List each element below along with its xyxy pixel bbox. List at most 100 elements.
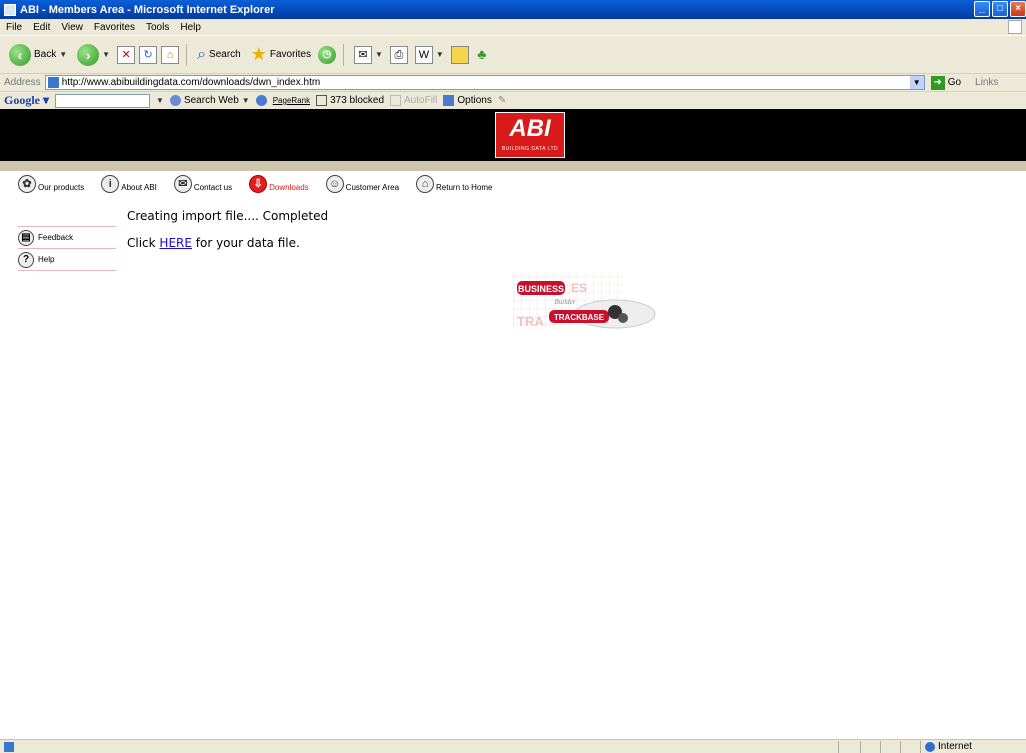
info-icon: i (101, 175, 120, 193)
abi-logo[interactable]: ABI BUILDING DATA LTD (495, 112, 565, 158)
address-bar: Address http://www.abibuildingdata.com/d… (0, 73, 1026, 91)
nav-our-products[interactable]: ✿ Our products (18, 175, 84, 193)
google-toolbar: Google ▾ ▼ Search Web ▼ PageRank 373 blo… (0, 91, 1026, 109)
chevron-down-icon[interactable]: ▼ (242, 96, 250, 105)
toolbar-separator (343, 43, 344, 66)
home-icon: ⌂ (416, 175, 435, 193)
download-message: Click HERE for your data file. (127, 236, 300, 250)
nav-contact-us[interactable]: ✉ Contact us (173, 175, 232, 193)
binoculars-icon (169, 95, 181, 106)
options-button[interactable]: Options (443, 95, 492, 106)
popup-blocker-button[interactable]: 373 blocked (316, 95, 384, 106)
back-label: Back (34, 49, 57, 60)
autofill-label: AutoFill (404, 95, 438, 106)
sidebar-item-feedback[interactable]: ▤ Feedback (18, 227, 116, 249)
pagerank-label: PageRank (272, 96, 311, 105)
nav-about-abi[interactable]: i About ABI (101, 175, 157, 193)
links-button[interactable]: Links (975, 77, 998, 88)
status-divider (860, 741, 861, 753)
left-sidebar: ▤ Feedback ? Help (18, 226, 116, 271)
chevron-down-icon[interactable]: ▼ (436, 50, 444, 59)
ie-icon (4, 3, 16, 16)
data-file-link[interactable]: HERE (159, 236, 192, 250)
toolbar-separator (186, 43, 188, 66)
status-message: Creating import file.... Completed (127, 209, 329, 223)
chevron-down-icon[interactable]: ▼ (59, 50, 67, 59)
refresh-icon[interactable]: ↻ (139, 45, 158, 64)
go-label: Go (947, 77, 962, 88)
minimize-button[interactable]: _ (974, 1, 990, 17)
mail-icon: ✉ (173, 175, 192, 193)
standard-toolbar: ‹ Back ▼ › ▼ ✕ ↻ ⌂ ⌕ Search ★ Favorites … (0, 35, 1026, 73)
stop-icon[interactable]: ✕ (117, 45, 136, 64)
mail-icon: ✉ (354, 45, 372, 64)
window-title-bar: ABI - Members Area - Microsoft Internet … (0, 0, 1026, 19)
google-logo[interactable]: Google ▾ (4, 93, 49, 108)
mail-button[interactable]: ✉ ▼ (351, 44, 386, 66)
chevron-down-icon[interactable]: ▼ (102, 50, 110, 59)
address-input[interactable]: http://www.abibuildingdata.com/downloads… (44, 75, 925, 90)
logo-word-business: BUSINESS (518, 284, 564, 294)
business-builder-trackbase-logo: BUSINESS ES Builder TRA TRACKBASE (513, 274, 656, 330)
forward-button[interactable]: › ▼ (74, 42, 113, 68)
menu-bar: File Edit View Favorites Tools Help (0, 19, 1026, 35)
folder-icon[interactable] (450, 45, 469, 64)
logo-word-builder: Builder (555, 298, 576, 306)
autofill-button[interactable]: AutoFill (390, 95, 437, 106)
globe-icon (925, 741, 935, 752)
menu-file[interactable]: File (6, 22, 22, 33)
pencil-icon[interactable]: ✎ (498, 95, 509, 106)
edit-icon: W (414, 45, 433, 64)
options-label: Options (457, 95, 492, 106)
go-button[interactable]: ➜ Go (930, 75, 962, 90)
back-button[interactable]: ‹ Back ▼ (6, 42, 70, 68)
forward-arrow-icon: › (77, 43, 100, 66)
close-button[interactable]: × (1010, 1, 1026, 17)
menu-edit[interactable]: Edit (33, 22, 50, 33)
favorites-label: Favorites (269, 49, 311, 60)
security-zone[interactable]: Internet (925, 741, 972, 752)
pagerank-indicator: PageRank (273, 96, 310, 105)
chevron-down-icon[interactable]: ▼ (909, 76, 924, 89)
globe-icon[interactable] (255, 95, 267, 106)
autofill-icon (390, 95, 402, 106)
page-status-icon (4, 742, 14, 752)
messenger-icon[interactable]: ♣ (473, 46, 491, 64)
edit-button[interactable]: W ▼ (412, 44, 447, 66)
status-divider (900, 741, 901, 753)
menu-favorites[interactable]: Favorites (94, 22, 135, 33)
print-icon[interactable]: ⎙ (389, 45, 408, 64)
download-icon: ⇩ (249, 175, 268, 193)
header-divider (0, 161, 1026, 171)
status-bar: Internet (0, 739, 1026, 753)
search-web-button[interactable]: Search Web ▼ (169, 95, 250, 106)
history-icon[interactable]: ◷ (318, 45, 336, 64)
sidebar-item-help[interactable]: ? Help (18, 249, 116, 271)
menu-help[interactable]: Help (180, 22, 201, 33)
nav-downloads[interactable]: ⇩ Downloads (249, 175, 309, 193)
popup-blocker-icon (316, 95, 328, 106)
zone-label: Internet (938, 741, 972, 752)
windows-throbber-icon (1008, 20, 1022, 34)
site-header: ABI BUILDING DATA LTD (0, 109, 1026, 161)
home-icon[interactable]: ⌂ (161, 45, 180, 64)
status-divider (920, 741, 921, 753)
feedback-icon: ▤ (18, 229, 34, 246)
maximize-button[interactable]: □ (992, 1, 1008, 17)
favorites-button[interactable]: ★ Favorites (248, 42, 314, 67)
chevron-down-icon[interactable]: ▼ (156, 96, 164, 105)
google-search-input[interactable] (55, 93, 151, 108)
search-button[interactable]: ⌕ Search (194, 44, 244, 66)
nav-customer-area[interactable]: ☺ Customer Area (325, 175, 399, 193)
search-web-label: Search Web (183, 95, 239, 106)
svg-text:ES: ES (571, 281, 587, 295)
nav-return-home[interactable]: ⌂ Return to Home (416, 175, 493, 193)
page-icon (47, 77, 59, 88)
menu-view[interactable]: View (61, 22, 83, 33)
menu-tools[interactable]: Tools (146, 22, 169, 33)
address-label: Address (4, 77, 41, 88)
search-icon: ⌕ (197, 45, 207, 63)
chevron-down-icon[interactable]: ▼ (375, 50, 383, 59)
blocked-count: 373 blocked (330, 95, 385, 106)
status-divider (838, 741, 839, 753)
